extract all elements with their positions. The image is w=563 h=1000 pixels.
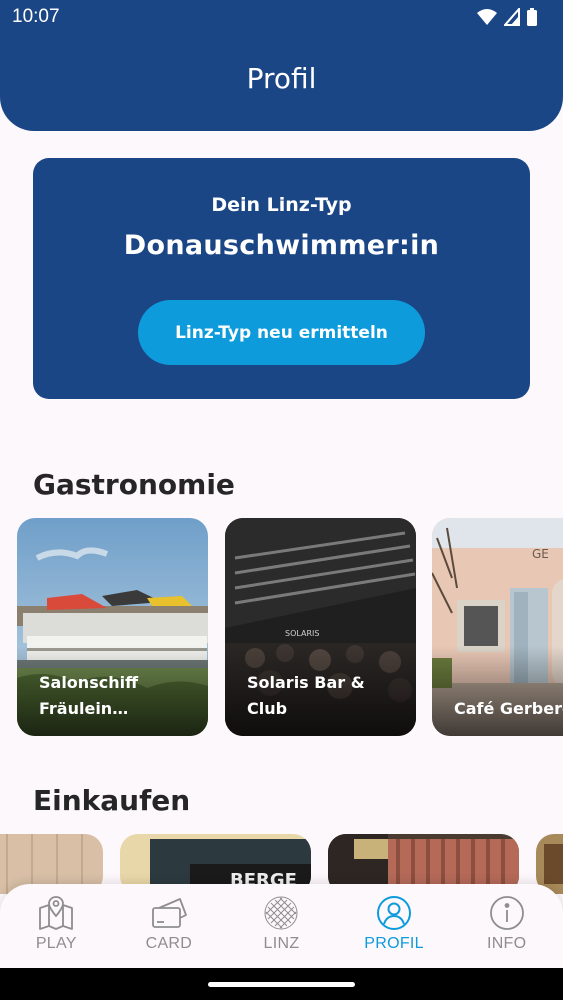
nav-label: PROFIL xyxy=(364,935,424,952)
status-icons xyxy=(477,8,537,26)
section-title-gastronomie: Gastronomie xyxy=(33,468,235,501)
status-time: 10:07 xyxy=(12,6,60,27)
nav-item-info[interactable]: INFO xyxy=(450,884,563,968)
battery-icon xyxy=(527,8,537,26)
page-title: Profil xyxy=(246,62,317,95)
linz-type-card: Dein Linz-Typ Donauschwimmer:in Linz-Typ… xyxy=(33,158,530,399)
signal-icon xyxy=(504,8,520,26)
card-icon xyxy=(151,898,187,928)
app-header: 10:07 Profil xyxy=(0,0,563,131)
gastro-card-salonschiff[interactable]: Salonschiff Fräulein Florentine xyxy=(17,518,208,736)
card-title: Café Gerberei xyxy=(454,699,563,718)
home-indicator[interactable] xyxy=(208,982,355,987)
card-title: Solaris Bar & Club xyxy=(247,673,365,718)
nav-item-linz[interactable]: LINZ xyxy=(225,884,338,968)
linz-type-value: Donauschwimmer:in xyxy=(123,230,440,261)
profile-icon xyxy=(377,896,412,930)
wifi-icon xyxy=(477,9,497,25)
bottom-navigation: PLAY CARD LINZ PROFIL INFO xyxy=(0,884,563,968)
map-icon xyxy=(39,896,74,930)
svg-text:GE: GE xyxy=(532,547,549,561)
system-navigation-bar xyxy=(0,968,563,1000)
globe-icon xyxy=(264,896,298,930)
card-shade xyxy=(432,646,563,736)
card-title: Salonschiff Fräulein Florentine xyxy=(39,673,139,718)
nav-label: CARD xyxy=(145,935,193,952)
svg-text:SOLARIS: SOLARIS xyxy=(285,629,319,638)
gastro-card-gerberei[interactable]: GE Café Gerberei xyxy=(432,518,563,736)
info-icon xyxy=(489,896,524,930)
linz-type-label: Dein Linz-Typ xyxy=(211,194,352,216)
status-bar: 10:07 xyxy=(0,0,563,34)
redetermine-type-button[interactable]: Linz-Typ neu ermitteln xyxy=(138,300,425,365)
nav-item-card[interactable]: CARD xyxy=(113,884,226,968)
nav-item-profil[interactable]: PROFIL xyxy=(338,884,451,968)
nav-item-play[interactable]: PLAY xyxy=(0,884,113,968)
nav-label: INFO xyxy=(486,935,527,952)
gastro-card-solaris[interactable]: SOLARIS Solaris Bar & Club xyxy=(225,518,416,736)
gastronomie-carousel[interactable]: Salonschiff Fräulein Florentine SOLARIS … xyxy=(0,518,563,736)
section-title-einkaufen: Einkaufen xyxy=(33,784,191,817)
nav-label: LINZ xyxy=(263,935,300,952)
nav-label: PLAY xyxy=(35,935,77,952)
